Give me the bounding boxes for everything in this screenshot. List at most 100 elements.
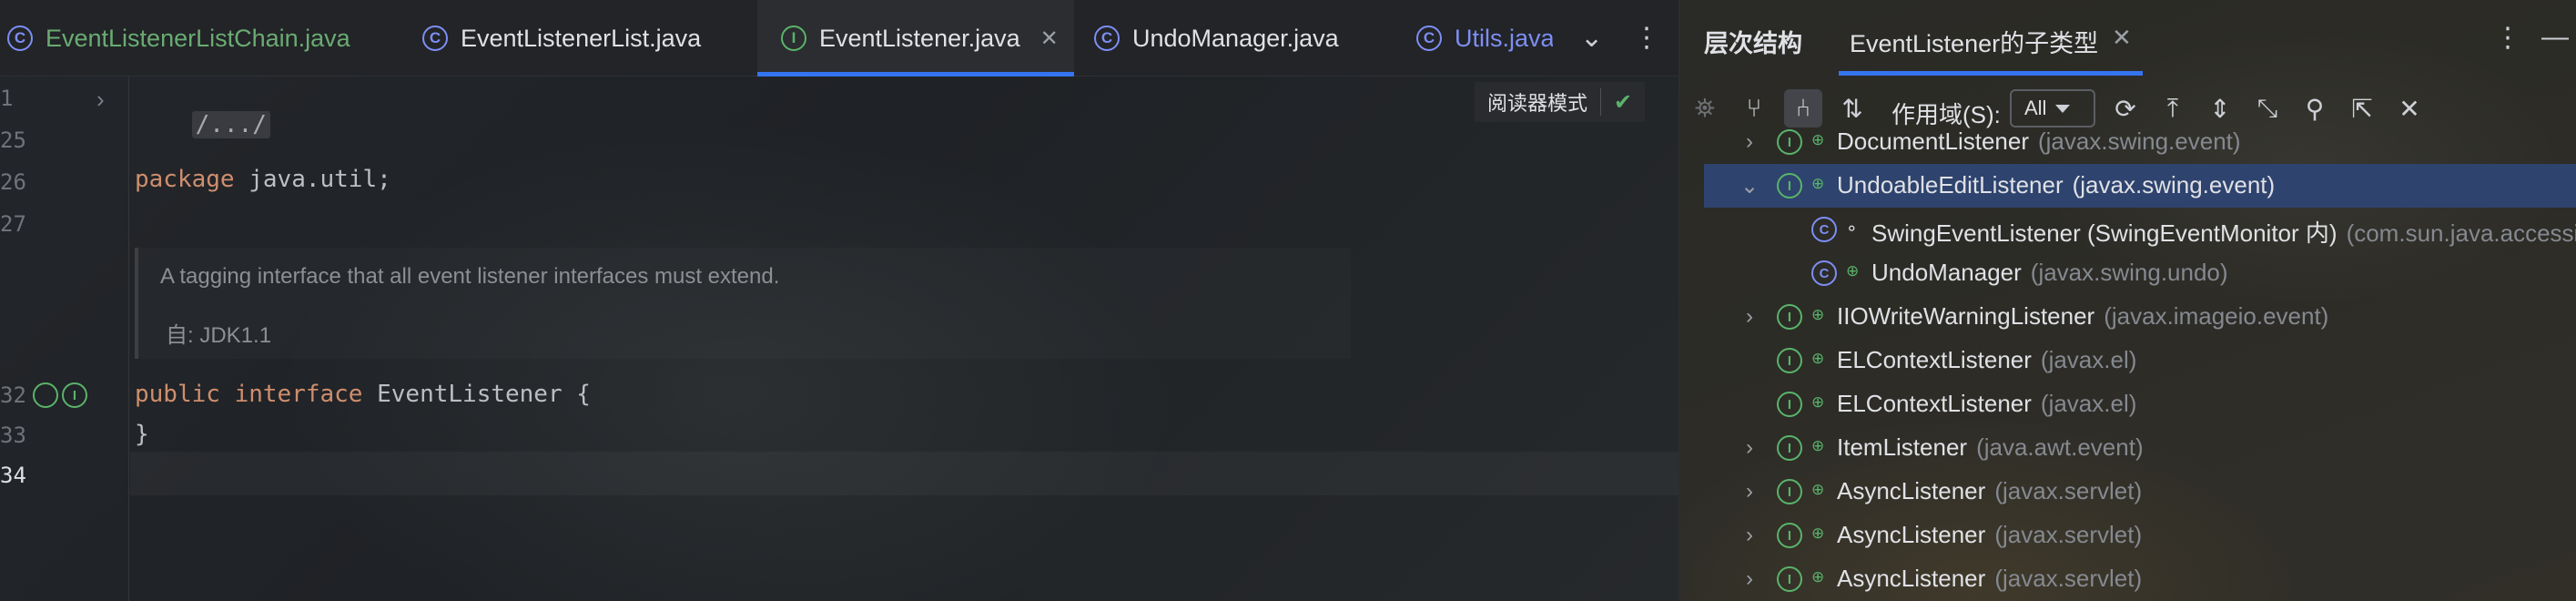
chevron-right-icon[interactable]: › (1740, 566, 1759, 592)
more-vertical-icon[interactable]: ⋮ (1633, 22, 1660, 55)
code-line-32: public interface EventListener { (135, 381, 591, 408)
more-vertical-icon[interactable]: ⋮ (2494, 22, 2521, 54)
code-line-33: } (135, 421, 149, 448)
class-icon: C (1416, 25, 1442, 51)
reader-mode-button[interactable]: 阅读器模式 (1487, 87, 1587, 117)
tree-row[interactable]: › I ⊕ AsyncListener (javax.servlet) (1704, 470, 2576, 514)
tree-row[interactable]: › I ⊕ IIOWriteWarningListener (javax.imag… (1704, 295, 2576, 339)
close-icon[interactable]: ✕ (2112, 24, 2132, 52)
chevron-down-icon[interactable]: ⌄ (1740, 173, 1759, 199)
tree-node-label: SwingEventListener (SwingEventMonitor 内)… (1871, 215, 2576, 249)
interface-icon: I (1777, 348, 1802, 373)
node-name: IIOWriteWarningListener (1837, 302, 2095, 330)
visibility-public-icon: ⊕ (1811, 481, 1825, 498)
panel-header: 层次结构 EventListener的子类型 ✕ ⋮ — (1680, 0, 2576, 76)
doc-text: A tagging interface that all event liste… (160, 264, 780, 289)
interface-icon: I (1777, 523, 1802, 548)
node-package: (javax.servlet) (1994, 477, 2143, 504)
chevron-right-icon[interactable]: › (1740, 435, 1759, 461)
line-number: 32 (0, 382, 26, 408)
node-name: AsyncListener (1837, 521, 1986, 548)
node-name: ELContextListener (1837, 346, 2032, 373)
scope-value: All (2024, 97, 2047, 119)
tree-row[interactable]: › I ⊕ DocumentListener (javax.swing.event… (1704, 120, 2576, 164)
tree-row[interactable]: I ⊕ ELContextListener (javax.el) (1704, 382, 2576, 426)
line-number: 1 (0, 86, 14, 111)
class-icon: C (422, 25, 448, 51)
chevron-down-icon[interactable]: ⌄ (1580, 22, 1603, 55)
chevron-right-icon[interactable]: › (1740, 129, 1759, 155)
visibility-public-icon: ⊕ (1811, 131, 1825, 148)
node-package: (javax.el) (2040, 346, 2137, 373)
code-text: } (135, 421, 149, 448)
visibility-public-icon: ⊕ (1846, 262, 1860, 280)
rendered-javadoc: A tagging interface that all event liste… (135, 248, 1351, 359)
doc-since: 自: JDK1.1 (166, 323, 272, 348)
chevron-right-icon[interactable]: › (1740, 523, 1759, 548)
tab-eventlistener[interactable]: I EventListener.java ✕ (757, 0, 1074, 76)
interface-icon: I (1777, 304, 1802, 330)
node-name: SwingEventListener (SwingEventMonitor 内) (1871, 219, 2338, 247)
implementations-icon[interactable] (33, 382, 58, 408)
tree-node-label: AsyncListener (javax.servlet) (1837, 477, 2142, 505)
close-icon[interactable]: ✕ (1040, 25, 1059, 52)
tab-label: UndoManager.java (1132, 24, 1339, 52)
active-tab-indicator (1839, 71, 2143, 76)
hierarchy-panel: 层次结构 EventListener的子类型 ✕ ⋮ — ⛯ ⑂ ⑃ ⇅ 作用域… (1678, 0, 2576, 601)
tree-row[interactable]: C ⊕ UndoManager (javax.swing.undo) (1704, 251, 2576, 295)
tree-node-label: IIOWriteWarningListener (javax.imageio.ev… (1837, 302, 2328, 331)
tree-row[interactable]: › I ⊕ ItemListener (java.awt.event) (1704, 426, 2576, 470)
check-icon[interactable]: ✔ (1614, 89, 1632, 116)
tree-node-label: ELContextListener (javax.el) (1837, 390, 2136, 418)
node-name: AsyncListener (1837, 565, 1986, 592)
tree-node-label: UndoableEditListener (javax.swing.event) (1837, 171, 2275, 199)
caret-down-icon (2055, 104, 2071, 113)
node-name: ItemListener (1837, 433, 1968, 461)
node-name: DocumentListener (1837, 127, 2029, 155)
tree-row[interactable]: › I ⊕ AsyncListener (javax.servlet) (1704, 557, 2576, 601)
tab-undomanager[interactable]: C UndoManager.java (1094, 0, 1394, 76)
tab-label: Utils.java (1455, 24, 1553, 52)
editor-pane: C EventListenerListChain.java C EventLis… (0, 0, 1678, 601)
node-package: (javax.swing.event) (2072, 171, 2276, 199)
node-package: (java.awt.event) (1976, 433, 2144, 461)
interface-icon: I (1777, 129, 1802, 155)
interface-gutter-icon[interactable]: I (62, 382, 87, 408)
visibility-public-icon: ⊕ (1811, 175, 1825, 192)
editor-tab-bar: C EventListenerListChain.java C EventLis… (0, 0, 1678, 76)
interface-icon: I (1777, 173, 1802, 199)
class-icon: C (7, 25, 33, 51)
tab-subtypes[interactable]: EventListener的子类型 (1850, 24, 2098, 59)
tree-row-selected[interactable]: ⌄ I ⊕ UndoableEditListener (javax.swing.e… (1704, 164, 2576, 208)
hierarchy-tree: › I ⊕ DocumentListener (javax.swing.event… (1680, 127, 2576, 601)
tab-eventlistenerlistchain[interactable]: C EventListenerListChain.java (0, 0, 404, 76)
fold-chevron-icon[interactable]: › (96, 86, 105, 114)
tab-utils[interactable]: C Utils.java (1416, 0, 1553, 76)
node-package: (com.sun.java.accessibility.util) (2346, 219, 2576, 247)
node-name: ELContextListener (1837, 390, 2032, 417)
chevron-right-icon[interactable]: › (1740, 304, 1759, 330)
tree-row[interactable]: C ∘ SwingEventListener (SwingEventMonito… (1704, 208, 2576, 251)
tree-node-label: ELContextListener (javax.el) (1837, 346, 2136, 374)
tab-eventlistenerlist[interactable]: C EventListenerList.java (422, 0, 750, 76)
code-text: java.util; (234, 166, 391, 193)
node-name: UndoManager (1871, 259, 2022, 286)
tree-node-label: ItemListener (java.awt.event) (1837, 433, 2144, 462)
folded-region[interactable]: /.../ (191, 111, 270, 138)
line-number: 26 (0, 169, 26, 195)
tree-row[interactable]: I ⊕ ELContextListener (javax.el) (1704, 339, 2576, 382)
interface-icon: I (781, 25, 806, 51)
line-number: 25 (0, 127, 26, 153)
tree-row[interactable]: › I ⊕ AsyncListener (javax.servlet) (1704, 514, 2576, 557)
tree-node-label: AsyncListener (javax.servlet) (1837, 565, 2142, 593)
reader-mode-bar: 阅读器模式 ✔ (1475, 82, 1646, 122)
class-icon: C (1094, 25, 1120, 51)
minimize-icon[interactable]: — (2541, 22, 2569, 53)
panel-title: 层次结构 (1704, 30, 1802, 57)
code-line-26: package java.util; (135, 166, 391, 193)
chevron-right-icon[interactable]: › (1740, 479, 1759, 504)
tab-label: EventListener.java (819, 24, 1020, 52)
keyword: package (135, 166, 235, 193)
class-icon: C (1811, 260, 1837, 286)
tree-node-label: DocumentListener (javax.swing.event) (1837, 127, 2241, 156)
